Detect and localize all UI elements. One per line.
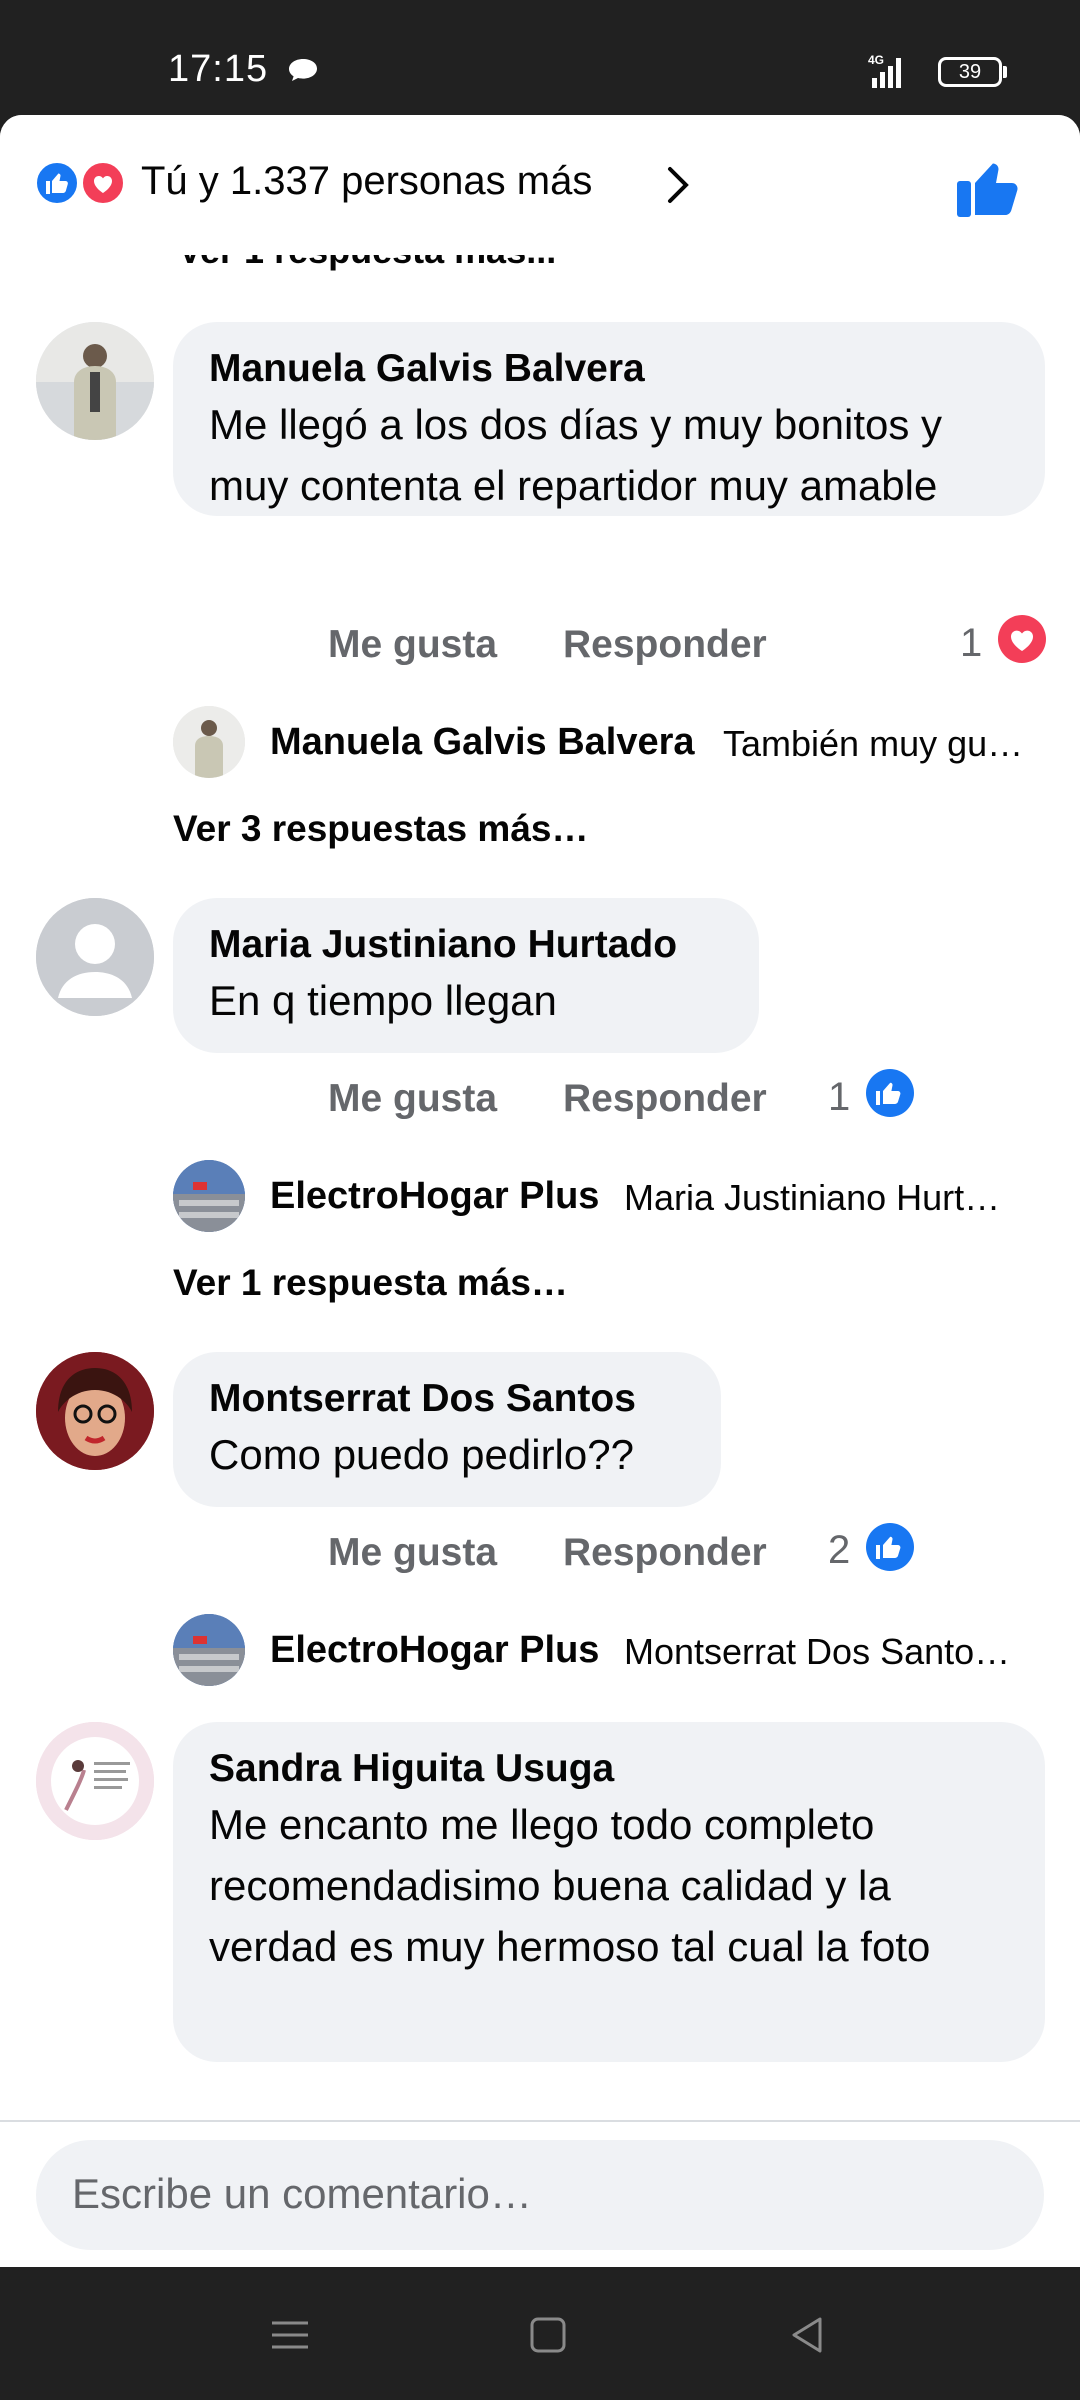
comment-bubble[interactable]: Montserrat Dos Santos Como puedo pedirlo… (173, 1352, 721, 1507)
like-button[interactable]: Me gusta (328, 1531, 497, 1575)
reply-button[interactable]: Responder (563, 623, 767, 667)
reaction-count: 1 (828, 1075, 851, 1119)
reactions-header[interactable]: Tú y 1.337 personas más (0, 115, 1080, 255)
love-reaction-icon (80, 160, 126, 206)
chat-bubble-icon (289, 59, 317, 81)
comment-bubble[interactable]: Sandra Higuita Usuga Me encanto me llego… (173, 1722, 1045, 2062)
reactions-summary: Tú y 1.337 personas más (141, 159, 593, 203)
signal-4g-icon: 4G (868, 53, 901, 88)
battery-tip (1003, 66, 1007, 78)
like-button[interactable]: Me gusta (328, 1077, 497, 1121)
reply-button[interactable]: Responder (563, 1077, 767, 1121)
reply-preview[interactable]: También muy gu… (723, 723, 1023, 765)
avatar[interactable] (36, 1352, 154, 1470)
reply-avatar[interactable] (173, 1614, 245, 1686)
like-icon[interactable] (866, 1523, 914, 1571)
battery-indicator: 39 (938, 57, 1002, 87)
comment-author[interactable]: Maria Justiniano Hurtado (209, 920, 723, 970)
comment-author[interactable]: Manuela Galvis Balvera (209, 344, 1009, 394)
status-bar: 17:15 4G 39 (0, 0, 1080, 115)
comment-author[interactable]: Montserrat Dos Santos (209, 1374, 685, 1424)
reaction-count: 2 (828, 1528, 851, 1572)
comment-bubble[interactable]: Manuela Galvis Balvera Me llegó a los do… (173, 322, 1045, 516)
chevron-right-icon (668, 167, 689, 203)
comment-author[interactable]: Sandra Higuita Usuga (209, 1744, 1009, 1794)
reply-preview[interactable]: Montserrat Dos Santo… (624, 1631, 1010, 1673)
comment-text: En q tiempo llegan (209, 977, 557, 1024)
status-time: 17:15 (168, 48, 269, 90)
comment-input[interactable]: Escribe un comentario… (36, 2140, 1044, 2250)
avatar[interactable] (36, 898, 154, 1016)
avatar[interactable] (36, 322, 154, 440)
like-thumb-icon[interactable] (955, 155, 1023, 219)
like-icon[interactable] (866, 1069, 914, 1117)
menu-icon[interactable] (260, 2305, 320, 2365)
reply-author[interactable]: Manuela Galvis Balvera (270, 721, 695, 764)
comment-text: Me encanto me llego todo completo recome… (209, 1801, 931, 1970)
home-square-icon[interactable] (518, 2305, 578, 2365)
reply-button[interactable]: Responder (563, 1531, 767, 1575)
reply-author[interactable]: ElectroHogar Plus (270, 1629, 599, 1672)
reaction-count: 1 (960, 621, 983, 665)
reply-author[interactable]: ElectroHogar Plus (270, 1175, 599, 1218)
view-more-replies[interactable]: Ver 3 respuestas más… (173, 808, 588, 850)
view-more-replies[interactable]: Ver 1 respuesta más… (173, 1262, 568, 1304)
like-reaction-icon (34, 160, 80, 206)
comment-input-placeholder: Escribe un comentario… (72, 2170, 532, 2217)
back-triangle-icon[interactable] (778, 2305, 838, 2365)
comment-composer-bar: Escribe un comentario… (0, 2120, 1080, 2269)
love-icon[interactable] (998, 615, 1046, 663)
comment-text: Como puedo pedirlo?? (209, 1431, 634, 1478)
avatar[interactable] (36, 1722, 154, 1840)
comment-text: Me llegó a los dos días y muy bonitos y … (209, 401, 943, 509)
reply-avatar[interactable] (173, 706, 245, 778)
system-nav-bar (0, 2267, 1080, 2400)
like-button[interactable]: Me gusta (328, 623, 497, 667)
svg-text:4G: 4G (868, 53, 884, 67)
reply-preview[interactable]: Maria Justiniano Hurt… (624, 1177, 1000, 1219)
comments-sheet: Tú y 1.337 personas más Ver 1 respuesta … (0, 115, 1080, 2267)
reply-avatar[interactable] (173, 1160, 245, 1232)
comment-bubble[interactable]: Maria Justiniano Hurtado En q tiempo lle… (173, 898, 759, 1053)
